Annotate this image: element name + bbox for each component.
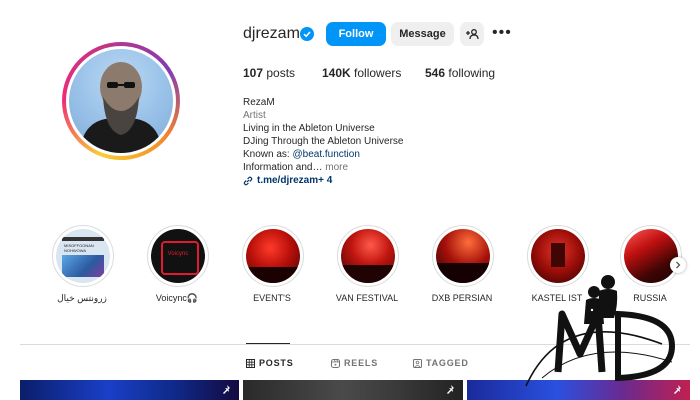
pinned-icon — [447, 385, 454, 394]
tab-reels[interactable]: REELS — [331, 358, 378, 368]
avatar-photo — [69, 49, 173, 153]
bio-more-button[interactable]: more — [323, 162, 348, 173]
highlight-item[interactable] — [242, 225, 304, 287]
message-button[interactable]: Message — [391, 22, 454, 46]
highlight-item[interactable]: MISOFFOONAN NOHWOWA — [52, 225, 114, 287]
highlight-item[interactable]: Voicync — [147, 225, 209, 287]
post-thumbnail[interactable] — [243, 380, 463, 400]
pinned-icon — [223, 385, 230, 394]
posts-count: 107 — [243, 66, 264, 80]
tab-label: TAGGED — [426, 358, 469, 368]
highlight-label: EVENT'S — [253, 293, 291, 303]
avatar-image — [79, 62, 163, 153]
grid-icon — [246, 358, 255, 368]
highlight-label: زرونتس خیال — [57, 293, 107, 303]
followers-label: followers — [354, 66, 402, 80]
post-thumbnail[interactable] — [20, 380, 239, 400]
highlight-item[interactable] — [337, 225, 399, 287]
following-count: 546 — [425, 66, 446, 80]
tab-label: REELS — [344, 358, 379, 368]
tagged-icon — [413, 358, 422, 368]
highlight-thumb-text: MISOFFOONAN NOHWOWA — [64, 243, 94, 253]
bio-info-text: Information and… — [243, 162, 323, 173]
bio-line: Living in the Ableton Universe — [243, 123, 375, 134]
tab-tagged[interactable]: TAGGED — [413, 358, 469, 368]
suggested-accounts-button[interactable] — [460, 22, 484, 46]
highlight-thumb-text: Voicync — [167, 251, 189, 257]
bio-category: Artist — [243, 110, 266, 121]
add-person-icon — [466, 29, 479, 40]
followers-stat[interactable]: 140K followers — [322, 66, 401, 80]
followers-count: 140K — [322, 66, 351, 80]
tab-posts[interactable]: POSTS — [246, 358, 294, 368]
highlight-label: VAN FESTIVAL — [335, 293, 399, 303]
more-options-icon[interactable]: ••• — [492, 25, 511, 41]
bio-name: RezaM — [243, 97, 275, 108]
posts-stat: 107 posts — [243, 66, 295, 80]
profile-avatar[interactable] — [62, 42, 180, 160]
tab-label: POSTS — [259, 358, 294, 368]
following-stat[interactable]: 546 following — [425, 66, 495, 80]
bio-mention-link[interactable]: @beat.function — [292, 149, 359, 160]
posts-label: posts — [266, 66, 296, 80]
bio-link-text: t.me/djrezam — [257, 175, 319, 186]
bio-known-as-prefix: Known as: — [243, 149, 293, 160]
highlight-item[interactable] — [432, 225, 494, 287]
highlight-label: DXB PERSIAN — [431, 293, 493, 303]
link-icon — [243, 176, 253, 185]
reels-icon — [331, 358, 340, 368]
active-tab-indicator — [246, 343, 290, 344]
bio-external-link[interactable]: t.me/djrezam + 4 — [243, 174, 332, 187]
profile-username: djrezam — [243, 25, 300, 42]
highlight-label: Voicync🎧 — [155, 293, 199, 303]
bio-link-extra: + 4 — [318, 175, 333, 186]
bio-known-as: Known as: @beat.function — [243, 148, 360, 161]
watermark-logo — [525, 275, 676, 387]
follow-button[interactable]: Follow — [326, 22, 386, 46]
verified-badge-icon — [300, 27, 314, 41]
bio-line: DJing Through the Ableton Universe — [243, 136, 404, 147]
bio-info: Information and… more — [243, 161, 348, 174]
following-label: following — [448, 66, 496, 80]
